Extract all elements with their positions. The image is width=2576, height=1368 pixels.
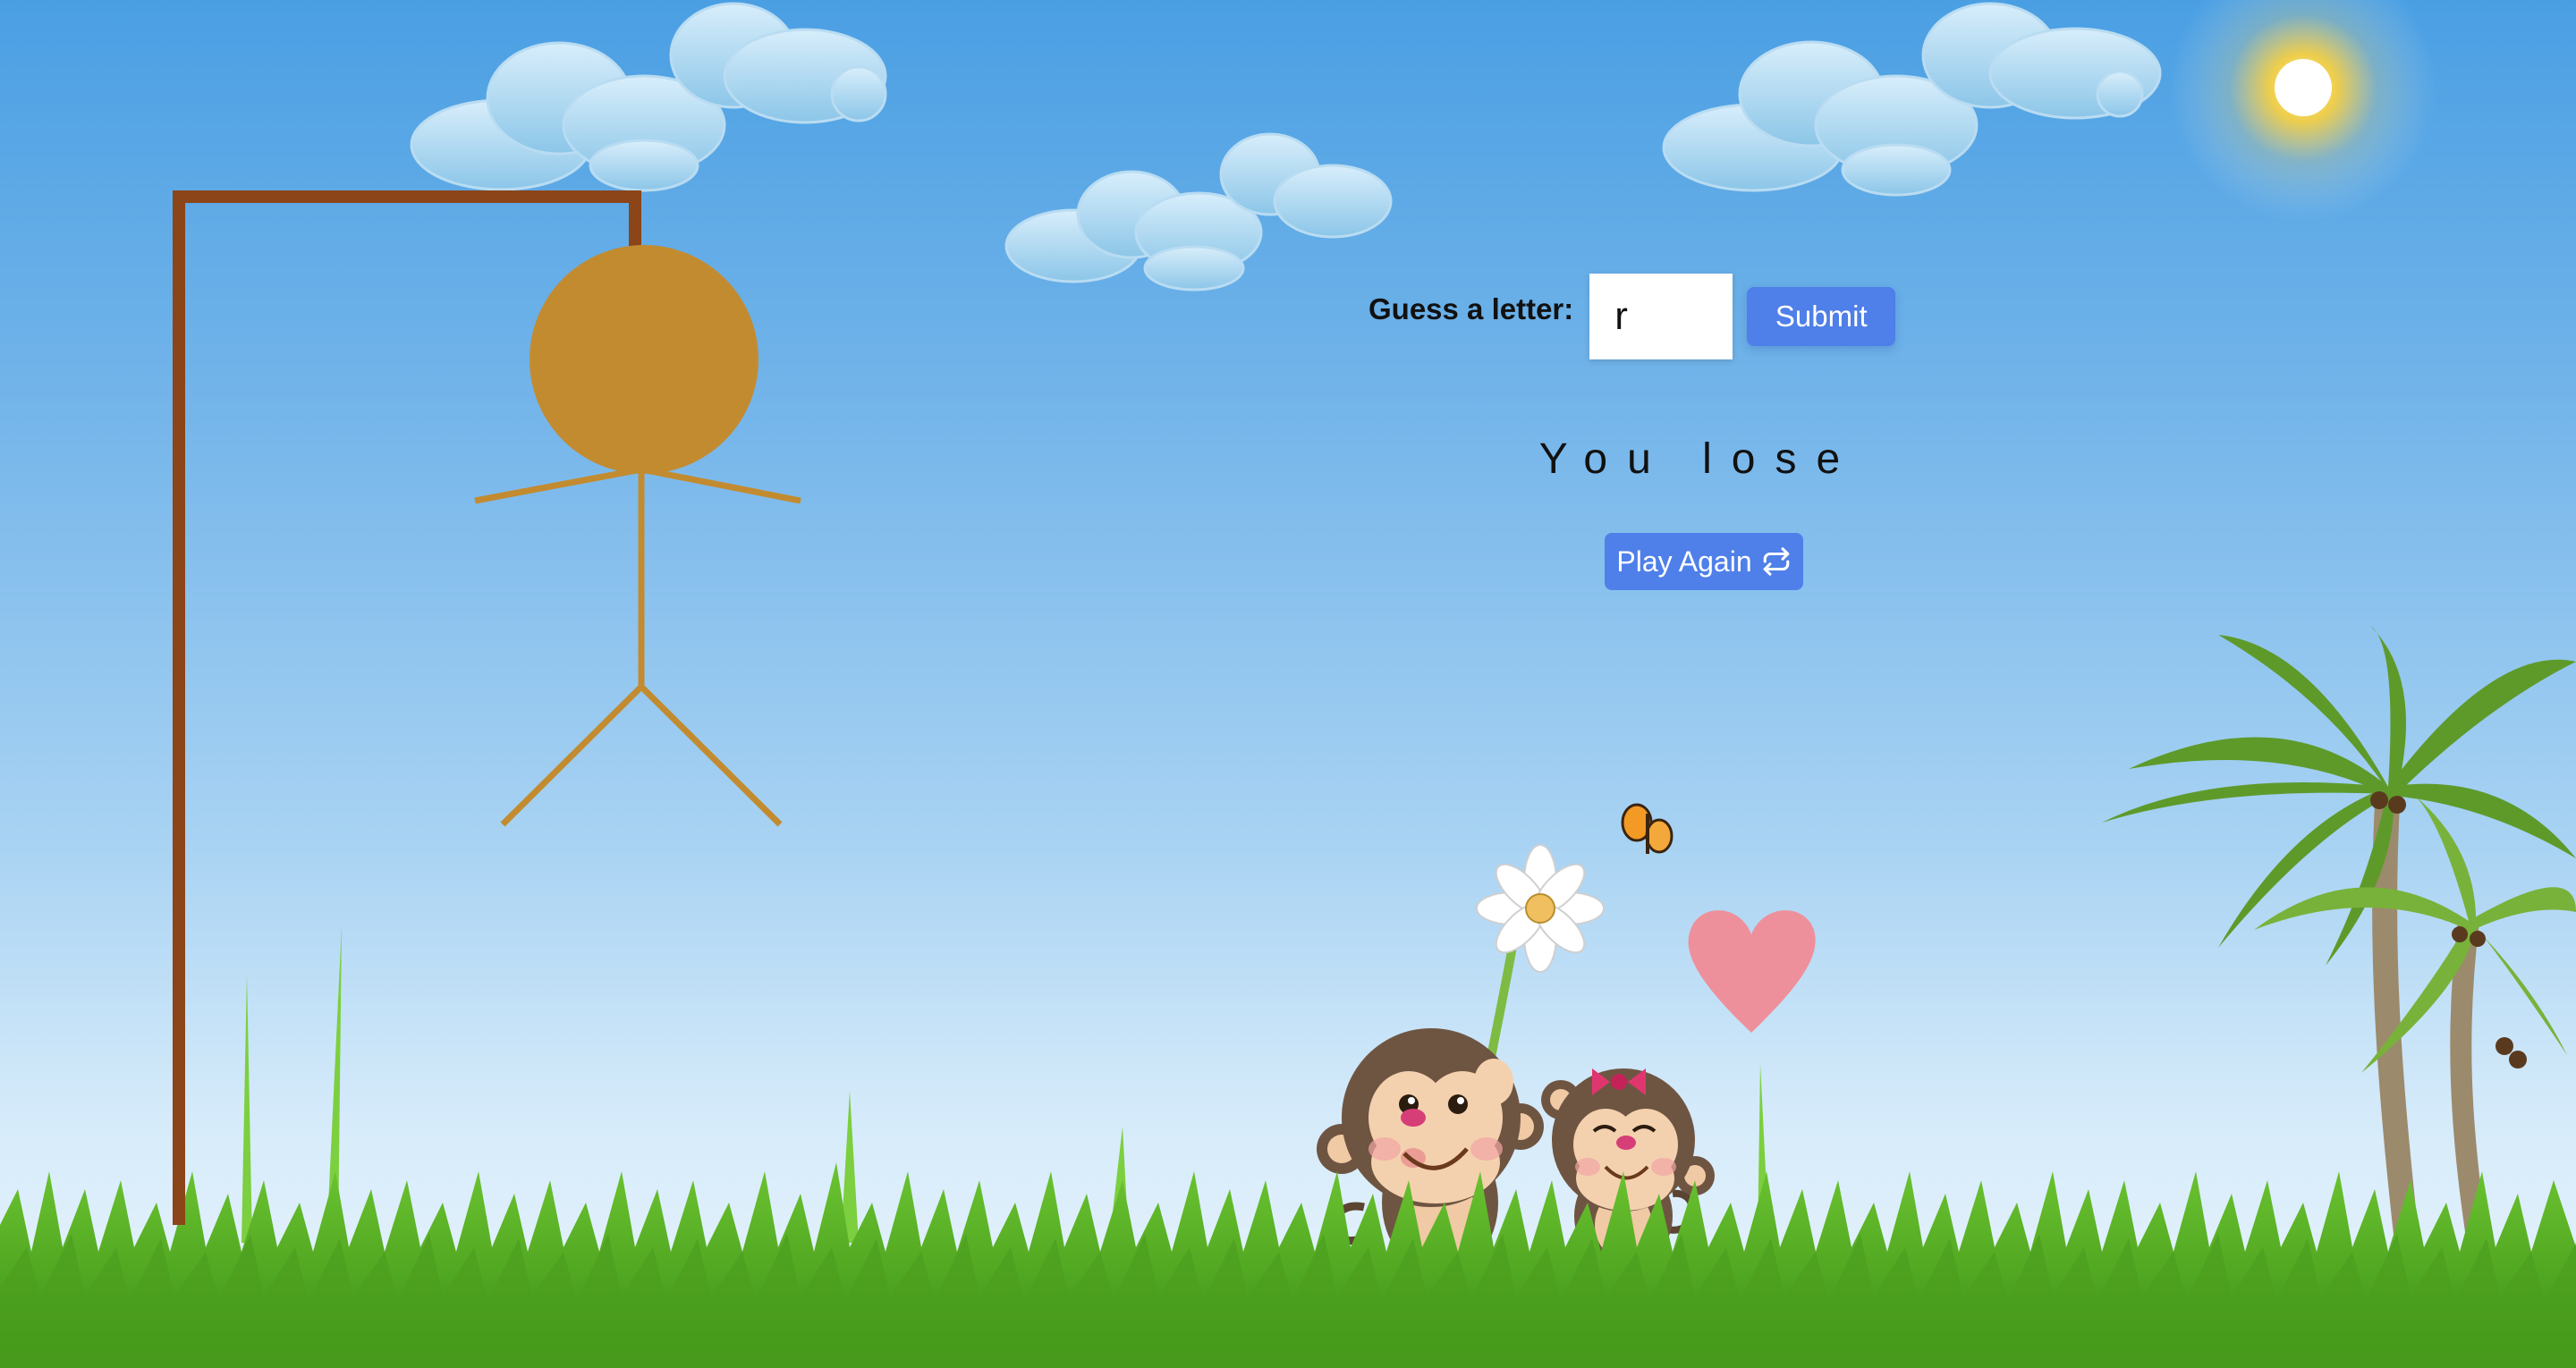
hangman-figure [474,245,801,827]
guess-input[interactable] [1589,274,1733,359]
palm-tree-icon [2102,626,2576,1245]
guess-label: Guess a letter: [1368,292,1574,325]
sun-icon [2169,0,2437,222]
cloud-icon [1004,132,1393,291]
cloud-icon [410,2,887,192]
hangman-left-arm [474,466,642,504]
hangman-right-arm [640,466,801,504]
cloud-icon [1662,2,2162,197]
guess-form: Guess a letter: Submit [1368,274,1896,359]
hangman-left-leg [500,684,644,827]
game-scene: Guess a letter: Submit You lose Play Aga… [0,0,2576,1368]
repeat-icon [1763,547,1789,576]
submit-button[interactable]: Submit [1747,287,1896,346]
heart-icon [1688,910,1816,1033]
grass-field [0,1162,2576,1368]
play-again-label: Play Again [1616,545,1752,578]
background-art [0,0,2576,1368]
butterfly-icon [1621,803,1674,854]
grass-blades [242,925,1769,1243]
hangman-right-leg [639,684,783,827]
hangman-head [530,245,758,474]
play-again-button[interactable]: Play Again [1605,533,1803,590]
result-message: You lose [1538,435,1860,483]
